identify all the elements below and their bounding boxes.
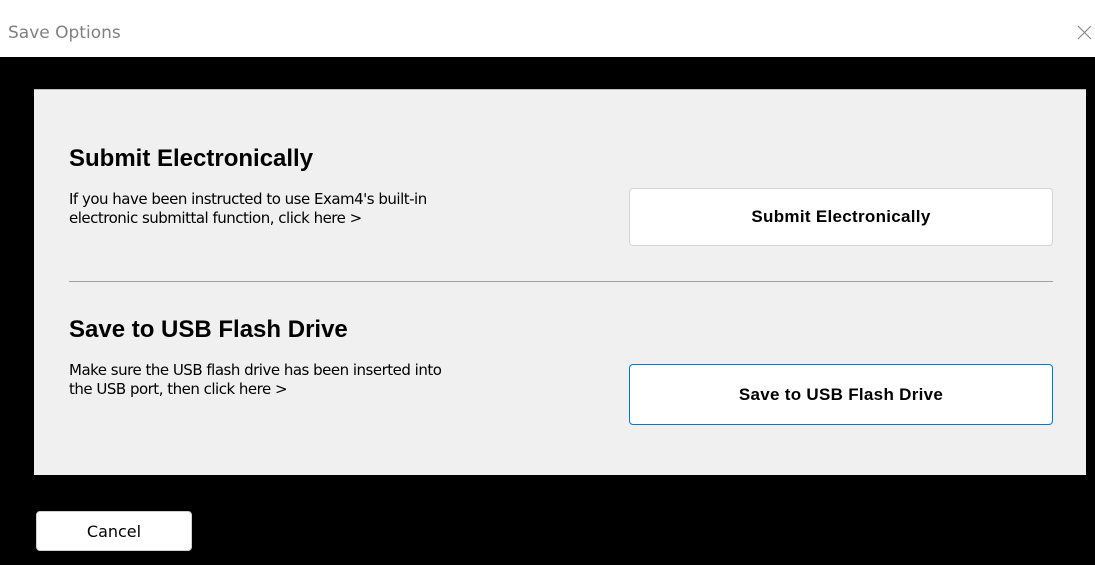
submit-description-line: electronic submittal function, click her…	[69, 209, 362, 227]
cancel-button[interactable]: Cancel	[36, 511, 192, 551]
usb-description-line: the USB port, then click here >	[69, 380, 288, 398]
save-to-usb-description: Make sure the USB flash drive has been i…	[69, 361, 609, 399]
dialog-body: Submit Electronically If you have been i…	[0, 57, 1095, 565]
close-icon[interactable]	[1074, 22, 1095, 43]
submit-electronically-heading: Submit Electronically	[69, 145, 314, 172]
close-icon-glyph	[1077, 25, 1092, 40]
usb-description-line: Make sure the USB flash drive has been i…	[69, 361, 442, 379]
save-to-usb-button[interactable]: Save to USB Flash Drive	[629, 364, 1053, 425]
title-bar: Save Options	[0, 0, 1095, 57]
submit-electronically-description: If you have been instructed to use Exam4…	[69, 190, 609, 228]
save-to-usb-heading: Save to USB Flash Drive	[69, 316, 348, 343]
window-title: Save Options	[8, 23, 121, 43]
section-divider	[69, 281, 1053, 282]
submit-electronically-button[interactable]: Submit Electronically	[629, 188, 1053, 246]
save-options-panel: Submit Electronically If you have been i…	[34, 89, 1086, 475]
submit-description-line: If you have been instructed to use Exam4…	[69, 190, 427, 208]
